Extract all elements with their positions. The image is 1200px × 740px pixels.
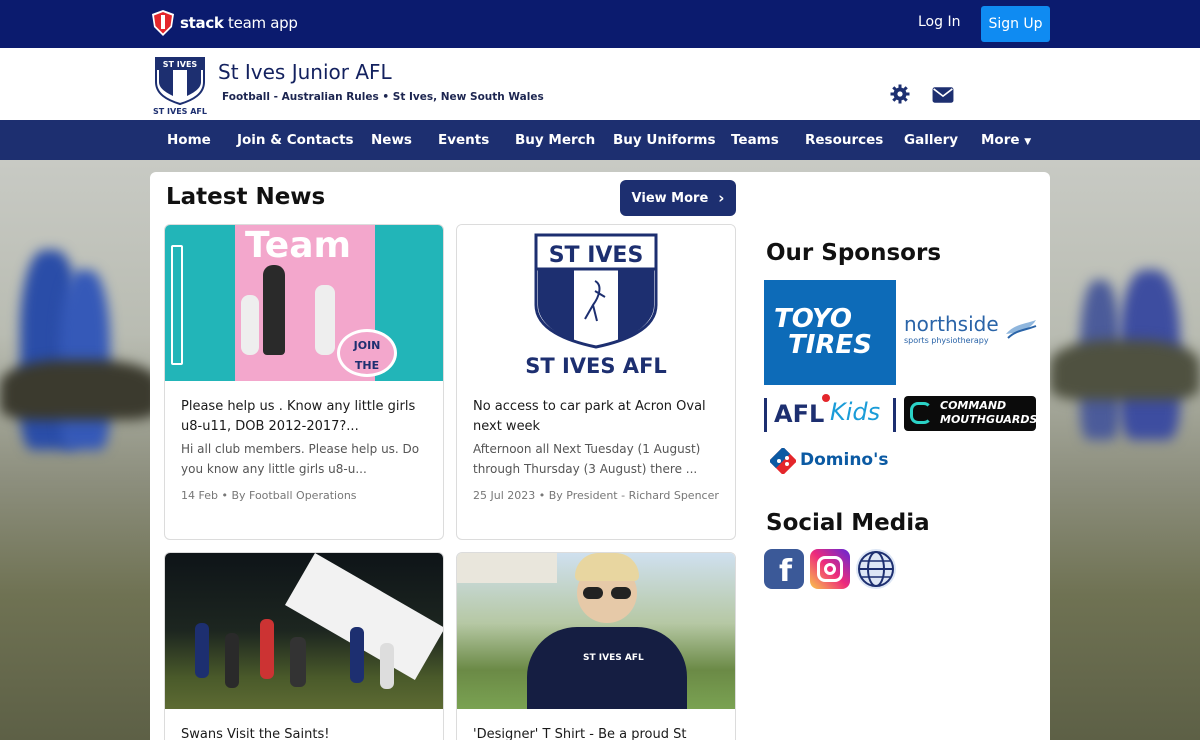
news-meta: 14 Feb • By Football Operations [181,489,357,502]
sponsors-title: Our Sponsors [766,240,942,266]
globe-icon[interactable] [856,549,896,589]
club-name: St Ives Junior AFL [218,60,392,84]
news-meta: 25 Jul 2023 • By President - Richard Spe… [473,489,719,502]
sponsor-afl-kids[interactable]: AFL Kids [764,394,896,436]
afl-text: AFL [774,400,825,428]
top-bar: stack team app Log In Sign Up [0,0,1200,48]
club-logo-top-text: ST IVES [163,60,198,69]
news-title: Please help us . Know any little girls u… [181,399,416,434]
nav-resources[interactable]: Resources [805,120,883,160]
tshirt-logo-text: ST IVES AFL [583,653,644,663]
nav-teams[interactable]: Teams [731,120,779,160]
login-link[interactable]: Log In [918,14,960,30]
nav-join-contacts[interactable]: Join & Contacts [237,120,354,160]
news-thumbnail: Team JOIN THE TEAM! [165,225,443,381]
news-thumbnail [165,553,443,709]
thumb-logo-top-text: ST IVES [549,243,644,268]
toyo-line1: TOYO [774,304,852,334]
sponsor-command-mouthguards[interactable]: COMMAND MOUTHGUARDS [904,396,1038,431]
nav-more[interactable]: More ▼ [981,120,1031,160]
news-thumbnail: ST IVES ST IVES AFL [457,225,735,381]
view-more-button[interactable]: View More › [620,180,736,216]
northside-sub: sports physiotherapy [904,336,989,345]
nav-more-label: More [981,132,1020,148]
nav-home[interactable]: Home [167,120,211,160]
wave-icon [1006,320,1037,339]
caret-down-icon: ▼ [1024,137,1032,147]
news-card[interactable]: ST IVES AFL 'Designer' T Shirt - Be a pr… [456,552,736,740]
nav-buy-uniforms[interactable]: Buy Uniforms [613,120,716,160]
sponsor-toyo-tires[interactable]: TOYO TIRES [764,280,896,385]
latest-news-title: Latest News [166,184,326,210]
club-logo-bottom-text: ST IVES AFL [153,107,207,116]
thumb-join-badge: JOIN THE TEAM! [337,329,397,381]
command-line1: COMMAND [940,399,1007,412]
dominos-tile-icon [770,448,796,474]
social-media-title: Social Media [766,510,930,536]
signup-button[interactable]: Sign Up [981,6,1050,42]
club-logo[interactable]: ST IVES ST IVES AFL [153,56,207,116]
kids-text: Kids [830,398,881,426]
main-content-card: Latest News View More › Team JOIN THE TE… [150,172,1050,740]
nav-gallery[interactable]: Gallery [904,120,958,160]
gear-icon[interactable] [889,84,911,104]
news-card[interactable]: Team JOIN THE TEAM! Please help us . Kno… [164,224,444,540]
mail-icon[interactable] [932,85,954,105]
sponsor-northside[interactable]: northside sports physiotherapy [904,312,1038,352]
nav-events[interactable]: Events [438,120,489,160]
news-excerpt: Hi all club members. Please help us. Do … [181,442,420,476]
dominos-text: Domino's [800,450,889,470]
stack-team-app-logo[interactable]: stack team app [150,9,298,37]
sponsor-dominos[interactable]: Domino's [770,446,890,476]
news-card[interactable]: ST IVES ST IVES AFL No access to car par… [456,224,736,540]
thumb-logo-bottom-text: ST IVES AFL [525,354,667,378]
club-subtitle: Football - Australian Rules • St Ives, N… [222,91,544,103]
news-title: No access to car park at Acron Oval next… [473,399,706,434]
northside-main: northside [904,312,999,336]
nav-news[interactable]: News [371,120,412,160]
main-nav: Home Join & Contacts News Events Buy Mer… [0,120,1200,160]
brand-rest: team app [223,14,298,32]
toyo-line2: TIRES [788,330,872,360]
chevron-right-icon: › [718,189,725,207]
view-more-label: View More [631,190,709,206]
instagram-icon[interactable] [810,549,850,589]
nav-buy-merch[interactable]: Buy Merch [515,120,595,160]
facebook-icon[interactable]: f [764,549,804,589]
news-thumbnail: ST IVES AFL [457,553,735,709]
thumb-team-text: Team [245,225,351,266]
news-title: Swans Visit the Saints! [181,727,330,740]
club-header: ST IVES ST IVES AFL St Ives Junior AFL F… [0,48,1200,120]
news-title: 'Designer' T Shirt - Be a proud St [473,727,687,740]
news-card[interactable]: Swans Visit the Saints! [164,552,444,740]
brand-bold: stack [180,14,224,32]
stack-shield-icon [152,10,174,36]
news-excerpt: Afternoon all Next Tuesday (1 August) th… [473,442,701,476]
command-line2: MOUTHGUARDS [940,413,1038,426]
